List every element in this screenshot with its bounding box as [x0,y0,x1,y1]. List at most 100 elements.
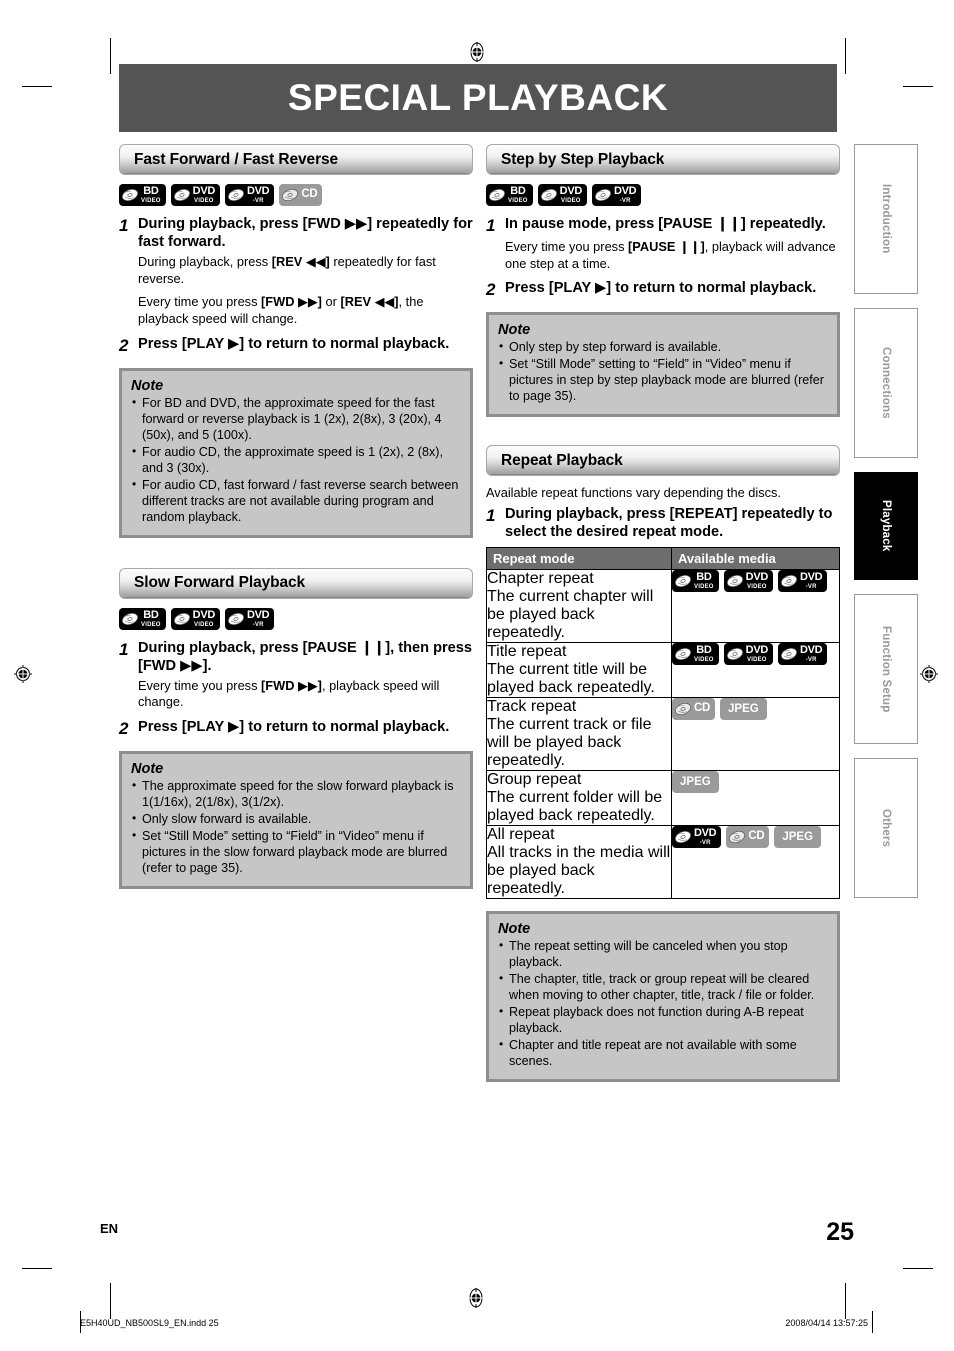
registration-mark-bottom [466,1288,486,1308]
media-badge-label: BD VIDEO [694,571,714,591]
media-badge-dvd_vr: DVD -VR [778,570,828,593]
section-tab-label: Playback [880,500,892,552]
media-badge-dvd_video: DVD VIDEO [723,570,773,593]
media-badge-label: DVD -VR [247,185,270,205]
note-title: Note [498,322,531,339]
note-step-by-step: Note Only step by step forward is availa… [486,312,840,418]
media-badge-dvd_vr: DVD -VR [225,607,275,630]
section-tab-function-setup[interactable]: Function Setup [854,594,918,744]
media-badges-step-by-step: BD VIDEO DVD VIDEO DVD -VR [486,184,840,206]
section-tab-label: Connections [880,347,892,419]
step-detail: Every time you press [PAUSE ❙❙], playbac… [505,239,836,271]
media-badges: BD VIDEO DVD VIDEO DVD -VR [672,570,839,593]
section-tab-label: Others [880,808,892,848]
note-list: The repeat setting will be canceled when… [498,938,828,1070]
footer-filename: E5H40UD_NB500SL9_EN.indd 25 [80,1318,219,1328]
note-item: Repeat playback does not function during… [498,1004,828,1037]
media-badge-label: BD VIDEO [694,644,714,664]
step-number: 1 [486,216,496,235]
crop-mark-right-top [903,86,933,87]
step-number: 1 [119,216,129,235]
step-heading: In pause mode, press [PAUSE ❙❙] repeated… [505,216,826,232]
media-badge-label: DVD -VR [800,571,823,591]
note-list: For BD and DVD, the approximate speed fo… [131,395,461,526]
footer-timestamp: 2008/04/14 13:57:25 [785,1318,868,1328]
crop-mark-top-left [110,38,111,74]
section-title: Step by Step Playback [501,150,665,168]
step-heading: During playback, press [PAUSE ❙❙], then … [138,639,473,674]
crop-mark-top-right [845,38,846,74]
step-heading: During playback, press [FWD ▶▶] repeated… [138,216,473,251]
section-tab-others[interactable]: Others [854,758,918,898]
step-heading: Press [PLAY ▶] to return to normal playb… [138,719,450,736]
repeat-mode-cell: Group repeat The current folder will be p… [486,770,672,827]
disc-icon [675,575,691,588]
section-tab-connections[interactable]: Connections [854,308,918,458]
instruction-step: 2 Press [PLAY ▶] to return to normal play… [486,279,840,300]
right-column: Step by Step Playback BD VIDEO DVD VIDEO DVD… [486,144,840,1083]
media-badge-jpeg: JPEG [720,698,767,721]
media-badge-bd_video: BD VIDEO [672,570,719,593]
media-badge-dvd_vr: DVD -VR [778,643,828,666]
repeat-table-body: Chapter repeat The current chapter will b… [486,569,840,900]
step-detail: Every time you press [FWD ▶▶], playback … [138,677,440,710]
media-badge-label: DVD VIDEO [192,608,216,628]
disc-icon [675,703,691,716]
media-badge-cd: CD [672,698,716,721]
note-title: Note [498,921,531,938]
repeat-mode-name: Track repeat [487,698,577,716]
page-title: SPECIAL PLAYBACK [287,77,669,118]
step-number: 2 [486,280,496,300]
crop-mark-left-bottom [22,1268,52,1269]
available-media-cell: DVD -VR CD JPEG [671,825,840,900]
media-badge-label: BD VIDEO [141,185,161,205]
note-item: Chapter and title repeat are not availab… [498,1037,828,1070]
media-badge-cd: CD [279,184,323,206]
page-number: 25 [826,1218,854,1246]
section-title: Repeat Playback [501,451,623,469]
instruction-step: 2 Press [PLAY ▶] to return to normal play… [119,718,473,739]
disc-icon [595,188,611,202]
repeat-mode-table: Repeat mode Available media Chapter repe… [486,547,840,900]
section-tab-playback[interactable]: Playback [854,472,918,580]
media-badge-dvd_vr: DVD -VR [672,826,722,849]
table-row: All repeat All tracks in the media will b… [486,825,840,900]
media-badge-label: BD VIDEO [508,185,528,205]
table-row: Title repeat The current title will be pl… [486,642,840,699]
media-badge-bd_video: BD VIDEO [672,643,719,666]
media-badges: CD JPEG [672,698,839,721]
repeat-mode-name: Title repeat [487,643,567,661]
step-number: 2 [119,335,129,355]
media-badge-jpeg: JPEG [774,826,822,849]
section-title: Fast Forward / Fast Reverse [134,150,339,168]
disc-icon [675,648,691,661]
repeat-mode-description: The current title will be played back re… [487,661,655,697]
media-badge-label: CD [748,830,765,843]
steps-repeat: 1 During playback, press [REPEAT] repeate… [486,505,840,541]
step-number: 1 [119,639,129,659]
disc-icon [675,831,691,844]
repeat-mode-description: The current track or file will be played… [487,716,652,770]
available-media-cell: BD VIDEO DVD VIDEO DVD -VR [671,642,840,699]
disc-icon [781,575,797,588]
registration-mark-right [919,664,939,684]
section-step-by-step: Step by Step Playback BD VIDEO DVD VIDEO DVD… [486,144,840,418]
repeat-mode-cell: Chapter repeat The current chapter will b… [486,569,672,644]
media-badge-dvd_video: DVD VIDEO [170,184,220,206]
repeat-mode-name: All repeat [487,826,555,844]
repeat-intro: Available repeat functions vary dependin… [486,485,781,501]
registration-mark-left [13,664,33,684]
section-tab-introduction[interactable]: Introduction [854,144,918,294]
footer-rule-right [872,1311,873,1333]
media-badges-slow-forward: BD VIDEO DVD VIDEO DVD -VR [119,607,473,630]
media-badge-label: DVD -VR [694,827,717,847]
section-header-repeat-playback: Repeat Playback [486,445,840,477]
section-header-step-by-step: Step by Step Playback [486,144,840,175]
table-header-row: Repeat mode Available media [486,547,840,571]
media-badge-bd_video: BD VIDEO [486,184,533,206]
media-badge-bd_video: BD VIDEO [119,184,166,206]
note-slow-forward: Note The approximate speed for the slow … [119,751,473,890]
media-badge-dvd_vr: DVD -VR [225,184,275,206]
note-item: Set “Still Mode” setting to “Field” in “… [498,356,828,405]
media-badge-label: DVD VIDEO [745,571,769,591]
